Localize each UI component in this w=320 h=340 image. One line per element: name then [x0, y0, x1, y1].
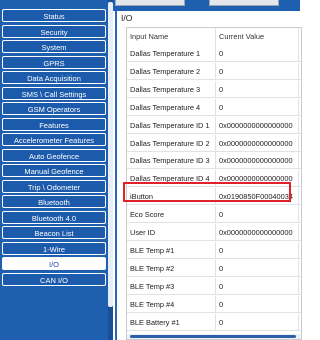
row-current-value[interactable]: 0: [216, 295, 299, 313]
row-input-name: Dallas Temperature ID 2: [127, 134, 216, 152]
row-input-name: Eco Score: [127, 206, 216, 224]
row-units: [299, 170, 301, 187]
sidebar-item-15[interactable]: 1-Wire: [2, 241, 106, 255]
row-input-name: BLE Temp #1: [127, 241, 216, 259]
sidebar-item-2[interactable]: System: [2, 40, 106, 53]
sidebar-item-4[interactable]: Data Acquisition: [2, 71, 106, 84]
sidebar-item-8[interactable]: Accelerometer Features: [2, 133, 106, 146]
top-strip: [113, 0, 300, 11]
row-units: °C: [299, 63, 301, 80]
row-current-value[interactable]: 0: [216, 206, 299, 224]
row-units: °C: [299, 45, 301, 62]
sidebar-item-16[interactable]: I/O: [2, 257, 106, 270]
sidebar-item-5[interactable]: SMS \ Call Settings: [2, 86, 106, 100]
row-input-name: BLE Temp #2: [127, 259, 216, 277]
row-current-value[interactable]: 0: [216, 98, 299, 116]
row-units: %: [299, 314, 301, 331]
row-current-value[interactable]: 0: [216, 277, 299, 295]
row-units: °C: [299, 99, 301, 116]
row-units: °C: [299, 242, 301, 259]
sidebar-nav: Status Security System GPRS Data Acquisition…: [0, 0, 113, 340]
row-current-value[interactable]: 0x0000000000000000: [216, 116, 299, 134]
row-input-name: Dallas Temperature 2: [127, 62, 216, 80]
top-tab-left[interactable]: [115, 0, 185, 6]
sidebar-item-6[interactable]: GSM Operators: [2, 102, 106, 115]
io-table: Input Name Current Value U Dallas Temper…: [126, 27, 302, 340]
table-row[interactable]: BLE Temp #10°C: [127, 241, 301, 259]
table-row[interactable]: Dallas Temperature ID 1 0x000000000000000…: [127, 116, 301, 134]
row-input-name: Dallas Temperature 4: [127, 98, 216, 116]
table-row[interactable]: Dallas Temperature 40°C: [127, 98, 301, 116]
row-units: [299, 206, 301, 223]
sidebar-item-0[interactable]: Status: [2, 9, 106, 22]
row-units: [299, 224, 301, 241]
panel-title: I/O: [121, 13, 133, 23]
row-current-value[interactable]: 0x0190850F00040034: [216, 188, 299, 206]
table-row[interactable]: Dallas Temperature 10°C: [127, 45, 301, 62]
table-row[interactable]: User ID 0x0000000000000000: [127, 224, 301, 241]
sidebar-item-11[interactable]: Trip \ Odometer: [2, 179, 106, 193]
sidebar-item-3[interactable]: GPRS: [2, 55, 106, 69]
row-current-value[interactable]: 0: [216, 259, 299, 277]
table-row[interactable]: BLE Temp #20°C: [127, 259, 301, 277]
table-row[interactable]: Dallas Temperature ID 3 0x000000000000000…: [127, 152, 301, 170]
row-current-value[interactable]: 0: [216, 45, 299, 62]
sidebar-item-9[interactable]: Auto Geofence: [2, 148, 106, 162]
table-row[interactable]: Dallas Temperature ID 4 0x000000000000000…: [127, 170, 301, 188]
column-header-current-value[interactable]: Current Value: [216, 28, 299, 45]
sidebar-item-1[interactable]: Security: [2, 24, 106, 38]
row-input-name: Dallas Temperature ID 1: [127, 116, 216, 134]
row-units: [299, 135, 301, 152]
row-units: [299, 188, 301, 205]
row-input-name: Dallas Temperature ID 3: [127, 152, 216, 170]
row-input-name: Dallas Temperature 3: [127, 80, 216, 98]
row-input-name: BLE Temp #4: [127, 295, 216, 313]
row-units: [299, 117, 301, 134]
row-current-value[interactable]: 0: [216, 80, 299, 98]
row-units: °C: [299, 260, 301, 277]
table-row[interactable]: BLE Temp #30°C: [127, 277, 301, 295]
table-row[interactable]: iButton 0x0190850F00040034: [127, 188, 301, 206]
row-current-value[interactable]: 0x0000000000000000: [216, 152, 299, 170]
row-current-value[interactable]: 0x0000000000000000: [216, 134, 299, 152]
table-row[interactable]: BLE Temp #40°C: [127, 295, 301, 313]
sidebar-item-10[interactable]: Manual Geofence: [2, 164, 106, 177]
row-input-name: Dallas Temperature ID 4: [127, 170, 216, 188]
row-input-name: iButton: [127, 188, 216, 206]
table-row[interactable]: Eco Score 0: [127, 206, 301, 224]
row-current-value[interactable]: 0x0000000000000000: [216, 224, 299, 241]
row-units: °C: [299, 278, 301, 295]
io-panel: I/O Input Name Current Value U Dallas Te…: [115, 11, 302, 340]
row-current-value[interactable]: 0: [216, 241, 299, 259]
table-row[interactable]: Dallas Temperature ID 2 0x000000000000000…: [127, 134, 301, 152]
column-header-input-name[interactable]: Input Name: [127, 28, 216, 45]
row-current-value[interactable]: 0x0000000000000000: [216, 170, 299, 188]
row-current-value[interactable]: 0: [216, 313, 299, 331]
row-units: °C: [299, 296, 301, 313]
row-input-name: BLE Battery #1: [127, 313, 216, 331]
sidebar-item-13[interactable]: Bluetooth 4.0: [2, 210, 106, 224]
table-horizontal-scrollbar-thumb[interactable]: [130, 335, 296, 338]
row-units: °C: [299, 81, 301, 98]
table-row[interactable]: Dallas Temperature 20°C: [127, 62, 301, 80]
table-header-row: Input Name Current Value U: [127, 28, 301, 45]
row-input-name: Dallas Temperature 1: [127, 45, 216, 62]
sidebar-item-14[interactable]: Beacon List: [2, 226, 106, 239]
column-header-units[interactable]: U: [299, 28, 301, 45]
sidebar-item-17[interactable]: CAN I/O: [2, 272, 106, 286]
row-current-value[interactable]: 0: [216, 62, 299, 80]
table-row[interactable]: BLE Battery #10%: [127, 313, 301, 331]
row-units: [299, 152, 301, 169]
sidebar-item-12[interactable]: Bluetooth: [2, 195, 106, 208]
sidebar-item-7[interactable]: Features: [2, 117, 106, 131]
sidebar-scrollbar-thumb[interactable]: [108, 2, 113, 307]
row-input-name: User ID: [127, 224, 216, 241]
table-row[interactable]: Dallas Temperature 30°C: [127, 80, 301, 98]
row-input-name: BLE Temp #3: [127, 277, 216, 295]
top-tab-right[interactable]: [209, 0, 279, 6]
